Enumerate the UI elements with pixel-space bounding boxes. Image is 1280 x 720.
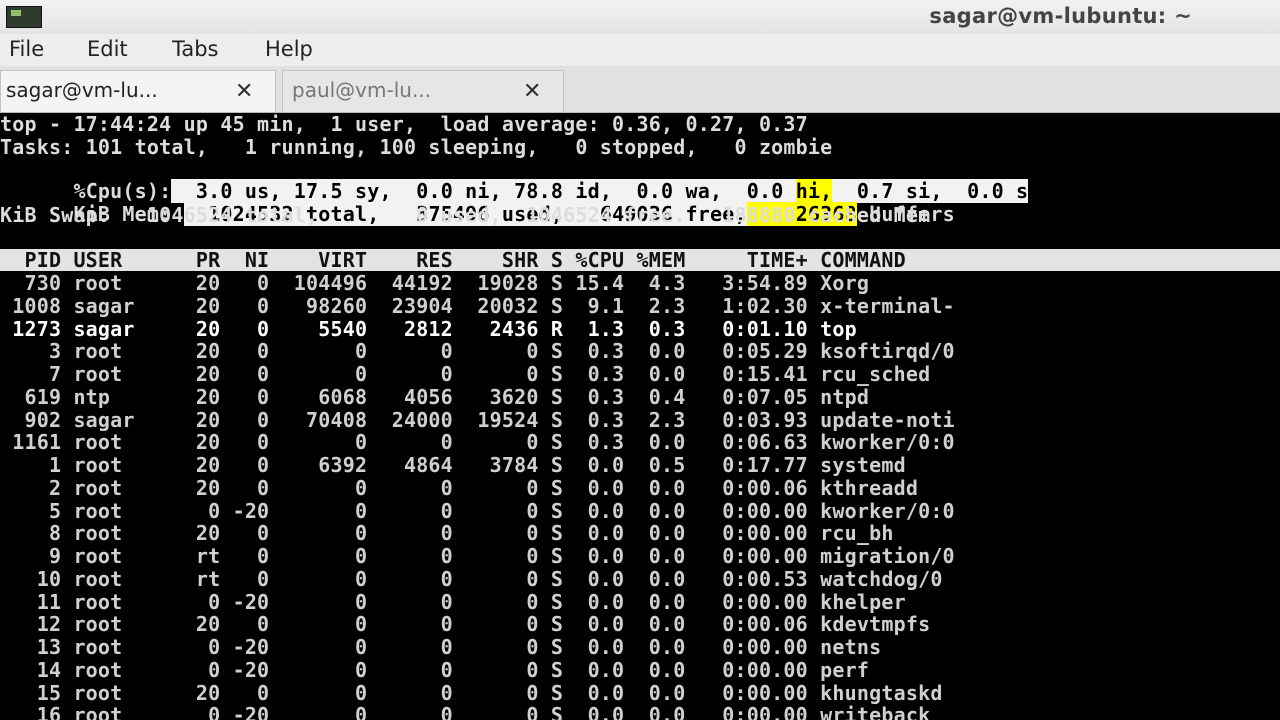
process-row: 11 root 0 -20 0 0 0 S 0.0 0.0 0:00.00 kh…: [0, 589, 906, 614]
process-table-header: PID USER PR NI VIRT RES SHR S %CPU %MEM …: [0, 249, 1280, 271]
process-row: 8 root 20 0 0 0 0 S 0.0 0.0 0:00.00 rcu_…: [0, 521, 894, 546]
process-row: 902 sagar 20 0 70408 24000 19524 S 0.3 2…: [0, 407, 955, 432]
process-row: 1161 root 20 0 0 0 0 S 0.3 0.0 0:06.63 k…: [0, 430, 955, 455]
process-row: 2 root 20 0 0 0 0 S 0.0 0.0 0:00.06 kthr…: [0, 475, 919, 500]
top-cpu-line: %Cpu(s): 3.0 us, 17.5 sy, 0.0 ni, 78.8 i…: [0, 158, 1280, 203]
process-row: 12 root 20 0 0 0 0 S 0.0 0.0 0:00.06 kde…: [0, 612, 931, 637]
process-row: 5 root 0 -20 0 0 0 S 0.0 0.0 0:00.00 kwo…: [0, 498, 955, 523]
top-mem-line: KiB Mem: 1024532 total, 375496 used, 649…: [0, 181, 1280, 226]
process-row: 7 root 20 0 0 0 0 S 0.3 0.0 0:15.41 rcu_…: [0, 362, 931, 386]
terminal-icon: [6, 6, 42, 28]
window-title: sagar@vm-lubuntu: ~: [929, 4, 1192, 28]
process-row: 1 root 20 0 6392 4864 3784 S 0.0 0.5 0:1…: [0, 453, 906, 477]
process-row: 15 root 20 0 0 0 0 S 0.0 0.0 0:00.00 khu…: [0, 680, 943, 705]
terminal-window: sagar@vm-lubuntu: ~ File Edit Tabs Help …: [0, 0, 1280, 720]
tab-bar: sagar@vm-lu... ✕ paul@vm-lu... ✕: [0, 66, 1280, 113]
tab-paul[interactable]: paul@vm-lu... ✕: [282, 70, 564, 112]
menu-help[interactable]: Help: [265, 37, 313, 61]
menu-bar: File Edit Tabs Help: [0, 34, 1280, 66]
close-icon[interactable]: ✕: [235, 79, 253, 104]
process-row: 1008 sagar 20 0 98260 23904 20032 S 9.1 …: [0, 293, 955, 318]
process-row: 3 root 20 0 0 0 0 S 0.3 0.0 0:05.29 ksof…: [0, 339, 955, 364]
process-row: 16 root 0 -20 0 0 0 S 0.0 0.0 0:00.00 wr…: [0, 703, 931, 720]
process-row: 14 root 0 -20 0 0 0 S 0.0 0.0 0:00.00 pe…: [0, 657, 870, 682]
process-row: 1273 sagar 20 0 5540 2812 2436 R 1.3 0.3…: [0, 316, 857, 341]
title-bar[interactable]: sagar@vm-lubuntu: ~: [0, 0, 1280, 34]
process-row: 619 ntp 20 0 6068 4056 3620 S 0.3 0.4 0:…: [0, 384, 870, 409]
top-swap-line: KiB Swap: 1046524 total, 0 used, 1046524…: [0, 203, 931, 227]
tab-label: paul@vm-lu...: [292, 78, 432, 102]
top-tasks-line: Tasks: 101 total, 1 running, 100 sleepin…: [0, 135, 833, 159]
top-summary-line: top - 17:44:24 up 45 min, 1 user, load a…: [0, 113, 808, 136]
menu-file[interactable]: File: [9, 37, 44, 61]
tab-label: sagar@vm-lu...: [6, 78, 158, 102]
process-row: 10 root rt 0 0 0 0 S 0.0 0.0 0:00.53 wat…: [0, 566, 943, 591]
terminal-output[interactable]: top - 17:44:24 up 45 min, 1 user, load a…: [0, 113, 1280, 720]
tab-sagar[interactable]: sagar@vm-lu... ✕: [0, 70, 276, 112]
process-row: 9 root rt 0 0 0 0 S 0.0 0.0 0:00.00 migr…: [0, 544, 955, 568]
process-row: 730 root 20 0 104496 44192 19028 S 15.4 …: [0, 271, 870, 295]
menu-edit[interactable]: Edit: [87, 37, 128, 61]
process-row: 13 root 0 -20 0 0 0 S 0.0 0.0 0:00.00 ne…: [0, 635, 882, 659]
close-icon[interactable]: ✕: [523, 79, 541, 104]
menu-tabs[interactable]: Tabs: [172, 37, 219, 61]
